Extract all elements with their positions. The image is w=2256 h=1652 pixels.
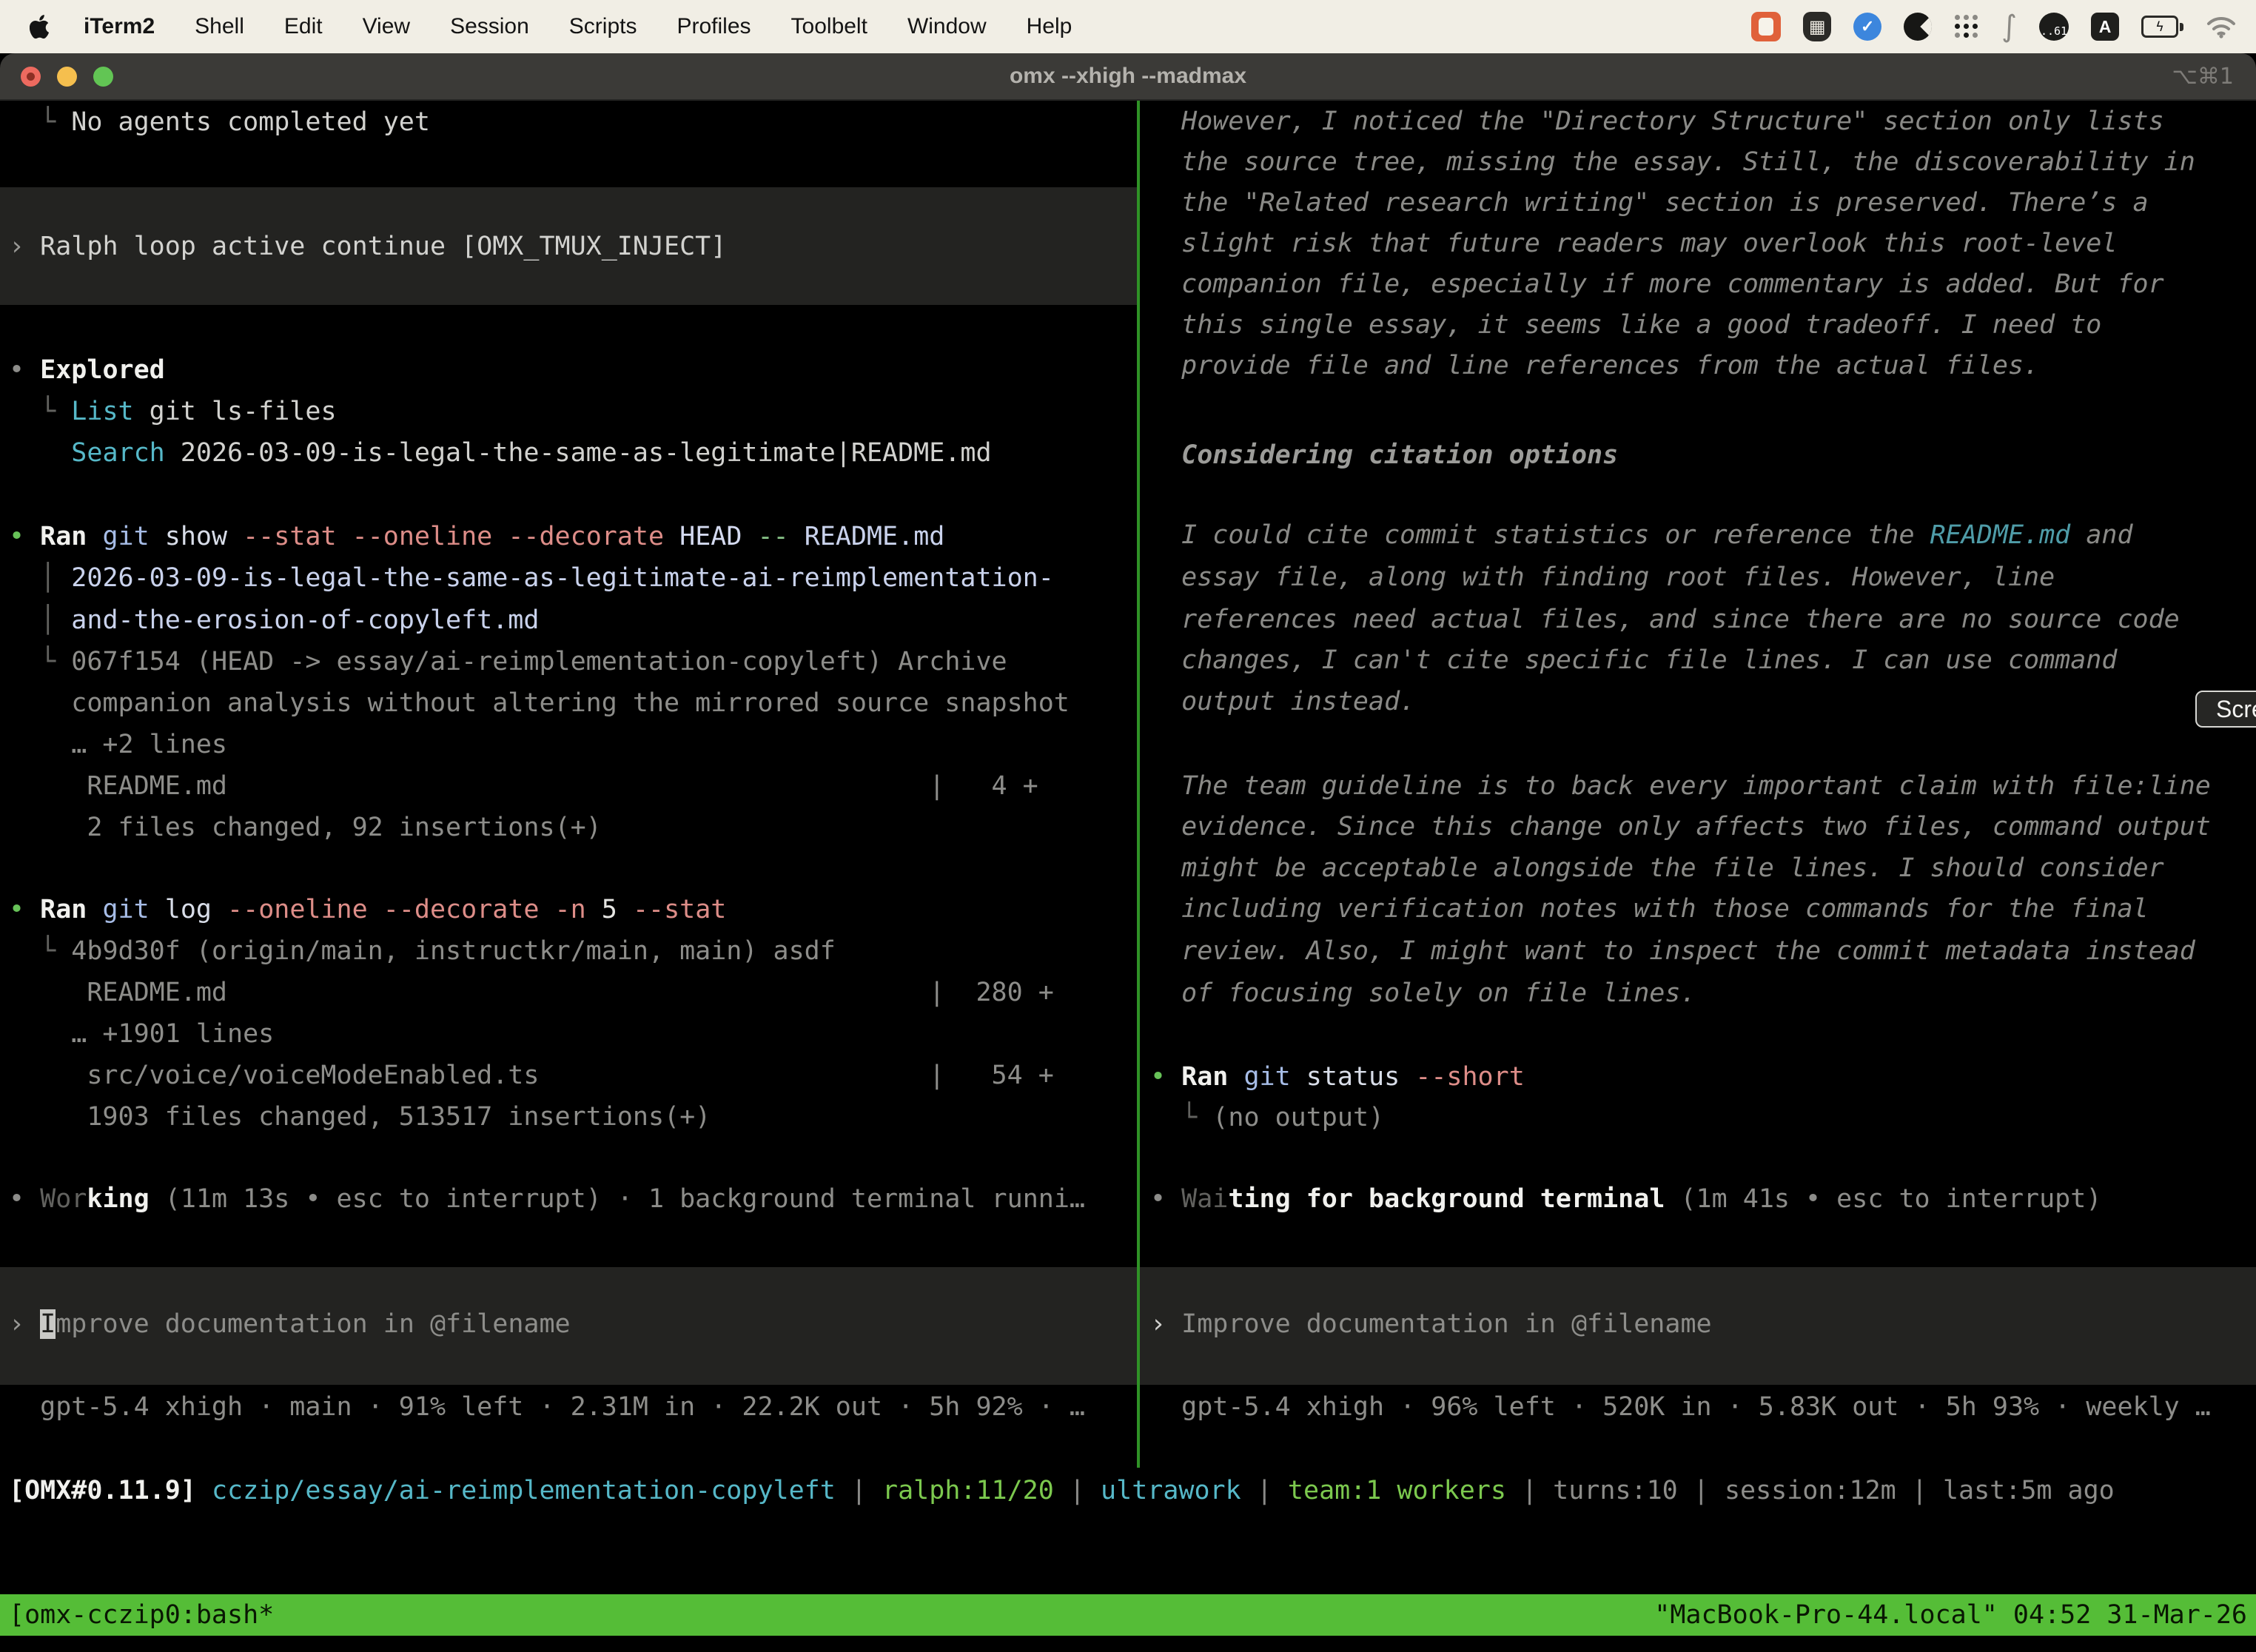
terminal-line: • Ran git show --stat --oneline --decora…	[9, 516, 944, 557]
terminal-line: gpt-5.4 xhigh · 96% left · 520K in · 5.8…	[1150, 1386, 2211, 1428]
terminal-line: However, I noticed the "Directory Struct…	[1150, 101, 2164, 142]
terminal-line: changes, I can't cite specific file line…	[1150, 639, 2117, 681]
terminal-line: The team guideline is to back every impo…	[1150, 765, 2211, 807]
menu-view[interactable]: View	[343, 14, 430, 39]
tmux-status-bar: [omx-cczip0:bash* "MacBook-Pro-44.local"…	[0, 1594, 2256, 1636]
terminal-line: output instead.	[1150, 681, 1415, 722]
terminal-line: evidence. Since this change only affects…	[1150, 806, 2211, 847]
terminal-line: slight risk that future readers may over…	[1150, 223, 2117, 264]
tmux-host-time: "MacBook-Pro-44.local" 04:52 31-Mar-26	[1654, 1600, 2247, 1630]
terminal-line: › Improve documentation in @filename	[1150, 1303, 1712, 1345]
terminal-line: └ List git ls-files	[9, 391, 337, 432]
terminal-line: this single essay, it seems like a good …	[1150, 304, 2101, 346]
omx-status-bar: [OMX#0.11.9] cczip/essay/ai-reimplementa…	[9, 1470, 2115, 1511]
menu-shell[interactable]: Shell	[175, 14, 264, 39]
menu-bar: iTerm2ShellEditViewSessionScriptsProfile…	[0, 0, 2256, 53]
terminal-line: I could cite commit statistics or refere…	[1150, 514, 2133, 556]
terminal-line: 2 files changed, 92 insertions(+)	[9, 807, 602, 848]
menu-profiles[interactable]: Profiles	[657, 14, 771, 39]
menu-help[interactable]: Help	[1007, 14, 1092, 39]
terminal-line: └ (no output)	[1150, 1097, 1384, 1138]
terminal-line: └ 4b9d30f (origin/main, instructkr/main,…	[9, 930, 836, 972]
terminal-line: gpt-5.4 xhigh · main · 91% left · 2.31M …	[9, 1386, 1085, 1428]
menu-edit[interactable]: Edit	[264, 14, 343, 39]
apple-icon[interactable]	[30, 13, 53, 41]
status-icons: ▦ ✓ ∫ ..61 Aϟ	[1751, 12, 2256, 41]
terminal-line: companion file, especially if more comme…	[1150, 263, 2164, 305]
left-pane[interactable]: └ No agents completed yet › Ralph loop ac…	[0, 101, 1137, 1468]
terminal-line: the "Related research writing" section i…	[1150, 182, 2149, 224]
tab-shortcut: ⌥⌘1	[2172, 53, 2234, 99]
dots-grid-icon[interactable]	[1954, 14, 1979, 39]
tmux-session-label: [omx-cczip0:bash*	[9, 1600, 274, 1630]
terminal-line: references need actual files, and since …	[1150, 599, 2180, 640]
terminal-line: └ 067f154 (HEAD -> essay/ai-reimplementa…	[9, 641, 1007, 682]
terminal-line: essay file, along with finding root file…	[1150, 557, 2055, 598]
battery-icon[interactable]: ϟ	[2141, 16, 2183, 38]
terminal-line: │ 2026-03-09-is-legal-the-same-as-legiti…	[9, 557, 1054, 599]
terminal-line: src/voice/voiceModeEnabled.ts | 54 +	[9, 1055, 1054, 1096]
menu-toolbelt[interactable]: Toolbelt	[771, 14, 887, 39]
menu-items: iTerm2ShellEditViewSessionScriptsProfile…	[64, 14, 1092, 39]
terminal-line: • Working (11m 13s • esc to interrupt) ·…	[9, 1178, 1085, 1220]
timer-61-icon[interactable]: ..61	[2039, 13, 2069, 41]
input-source-icon[interactable]: A	[2091, 13, 2119, 41]
terminal-line: Considering citation options	[1150, 434, 1618, 476]
menu-scripts[interactable]: Scripts	[549, 14, 657, 39]
terminal-line: • Waiting for background terminal (1m 41…	[1150, 1178, 2101, 1220]
terminal-line: … +2 lines	[9, 724, 227, 765]
terminal-line: of focusing solely on file lines.	[1150, 973, 1696, 1014]
terminal-line: │ and-the-erosion-of-copyleft.md	[9, 600, 539, 641]
tooltip-label: Scre	[2216, 696, 2256, 723]
terminal-line: companion analysis without altering the …	[9, 682, 1070, 724]
terminal-line: Search 2026-03-09-is-legal-the-same-as-l…	[9, 432, 992, 474]
terminal-line: README.md | 280 +	[9, 972, 1054, 1013]
title-bar[interactable]: omx --xhigh --madmax ⌥⌘1	[0, 53, 2256, 101]
terminal-line: README.md | 4 +	[9, 765, 1038, 807]
terminal-line: └ No agents completed yet	[9, 101, 430, 143]
terminal-line: 1903 files changed, 513517 insertions(+)	[9, 1096, 711, 1138]
wifi-icon[interactable]	[2206, 15, 2237, 38]
terminal-line: might be acceptable alongside the file l…	[1150, 847, 2164, 889]
apple-logo-svg	[30, 13, 53, 41]
menu-iterm2[interactable]: iTerm2	[64, 14, 175, 39]
terminal-line: › Ralph loop active continue [OMX_TMUX_I…	[9, 226, 726, 267]
chat-icon[interactable]	[1751, 12, 1781, 41]
window-title: omx --xhigh --madmax	[0, 53, 2256, 99]
verified-badge-icon[interactable]: ✓	[1853, 13, 1881, 41]
terminal[interactable]: └ No agents completed yet › Ralph loop ac…	[0, 101, 2256, 1652]
terminal-line: › Improve documentation in @filename	[9, 1303, 571, 1345]
menu-session[interactable]: Session	[430, 14, 549, 39]
grid-shield-icon[interactable]: ▦	[1803, 12, 1831, 41]
menu-window[interactable]: Window	[887, 14, 1007, 39]
terminal-line: • Ran git log --oneline --decorate -n 5 …	[9, 889, 726, 930]
omx-status-line: [OMX#0.11.9] cczip/essay/ai-reimplementa…	[9, 1470, 2115, 1511]
right-pane[interactable]: However, I noticed the "Directory Struct…	[1140, 101, 2256, 1468]
terminal-line: • Ran git status --short	[1150, 1056, 1525, 1098]
terminal-line: including verification notes with those …	[1150, 888, 2149, 930]
screenshot-tooltip: Scre	[2195, 691, 2256, 728]
terminal-line: the source tree, missing the essay. Stil…	[1150, 141, 2195, 183]
screen: iTerm2ShellEditViewSessionScriptsProfile…	[0, 0, 2256, 1652]
record-icon[interactable]	[1904, 13, 1932, 41]
terminal-line: review. Also, I might want to inspect th…	[1150, 930, 2195, 972]
terminal-line: • Explored	[9, 349, 165, 391]
terminal-line: provide file and line references from th…	[1150, 345, 2039, 386]
hook-icon[interactable]: ∫	[2001, 12, 2017, 41]
terminal-line: … +1901 lines	[9, 1013, 274, 1055]
